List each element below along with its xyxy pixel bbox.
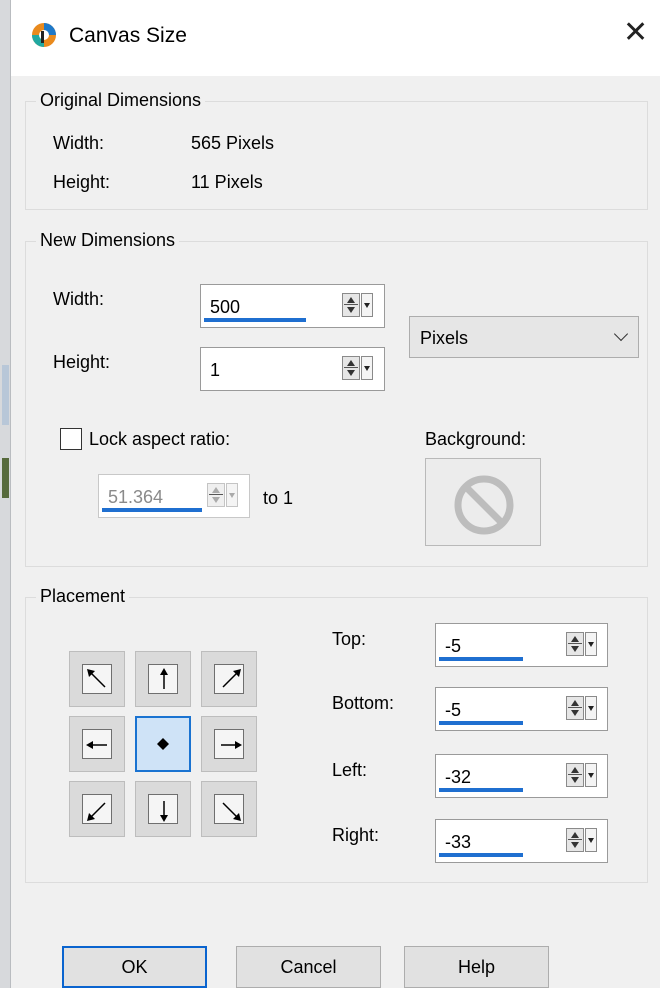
spin-updown-icon[interactable] bbox=[342, 293, 360, 317]
placement-bottom-right[interactable] bbox=[201, 781, 257, 837]
aspect-ratio-value: 51.364 bbox=[108, 487, 164, 507]
background-label: Background: bbox=[425, 429, 527, 449]
spin-updown-icon[interactable] bbox=[566, 696, 584, 720]
arrow-right-icon bbox=[221, 741, 242, 749]
paint-shop-pro-icon bbox=[32, 23, 56, 47]
top-label: Top: bbox=[332, 629, 367, 649]
canvas-size-dialog: Canvas Size ✕ Original Dimensions Width:… bbox=[11, 0, 660, 988]
new-height-value: 1 bbox=[210, 360, 221, 380]
placement-top-right[interactable] bbox=[201, 651, 257, 707]
dropdown-arrow-icon[interactable] bbox=[585, 696, 597, 720]
top-offset-field[interactable]: -5 bbox=[435, 623, 608, 667]
field-underline bbox=[204, 318, 306, 322]
new-width-label: Width: bbox=[53, 289, 105, 309]
placement-top-left[interactable] bbox=[69, 651, 125, 707]
dialog-title: Canvas Size bbox=[69, 24, 187, 47]
title-bar: Canvas Size ✕ bbox=[11, 0, 660, 76]
left-offset-value: -32 bbox=[445, 767, 472, 787]
left-label: Left: bbox=[332, 760, 368, 780]
placement-center[interactable] bbox=[135, 716, 191, 772]
bottom-offset-value: -5 bbox=[445, 700, 462, 720]
left-offset-field[interactable]: -32 bbox=[435, 754, 608, 798]
units-dropdown[interactable]: Pixels bbox=[409, 316, 639, 358]
original-height-label: Height: bbox=[53, 172, 111, 192]
lock-aspect-ratio-checkbox[interactable] bbox=[60, 428, 82, 450]
placement-bottom[interactable] bbox=[135, 781, 191, 837]
arrow-down-left-icon bbox=[87, 802, 106, 821]
arrow-down-icon bbox=[160, 801, 168, 822]
dropdown-arrow-icon[interactable] bbox=[361, 356, 373, 380]
field-underline bbox=[439, 788, 523, 792]
dropdown-arrow-icon[interactable] bbox=[226, 483, 238, 507]
arrow-down-right-icon bbox=[222, 802, 241, 821]
original-dimensions-group: Original Dimensions bbox=[25, 90, 648, 210]
placement-left[interactable] bbox=[69, 716, 125, 772]
dropdown-arrow-icon[interactable] bbox=[585, 632, 597, 656]
placement-bottom-left[interactable] bbox=[69, 781, 125, 837]
spin-updown-icon[interactable] bbox=[207, 483, 225, 507]
units-value: Pixels bbox=[420, 328, 469, 348]
field-underline bbox=[439, 853, 523, 857]
new-height-field[interactable]: 1 bbox=[200, 347, 385, 391]
original-width-value: 565 Pixels bbox=[191, 133, 275, 153]
cancel-button[interactable]: Cancel bbox=[236, 946, 381, 988]
group-legend: Original Dimensions bbox=[36, 90, 206, 111]
new-height-label: Height: bbox=[53, 352, 111, 372]
dropdown-arrow-icon[interactable] bbox=[585, 828, 597, 852]
original-width-label: Width: bbox=[53, 133, 105, 153]
right-offset-field[interactable]: -33 bbox=[435, 819, 608, 863]
chevron-down-icon bbox=[613, 326, 629, 342]
bottom-label: Bottom: bbox=[332, 693, 395, 713]
placement-grid bbox=[69, 651, 265, 841]
field-underline bbox=[439, 721, 523, 725]
spin-updown-icon[interactable] bbox=[566, 763, 584, 787]
spin-updown-icon[interactable] bbox=[566, 632, 584, 656]
original-height-value: 11 Pixels bbox=[191, 172, 263, 192]
close-icon[interactable]: ✕ bbox=[623, 18, 648, 48]
no-color-icon bbox=[454, 475, 514, 535]
top-offset-value: -5 bbox=[445, 636, 462, 656]
ratio-suffix: to 1 bbox=[263, 488, 294, 508]
background-window-edge bbox=[0, 0, 11, 988]
arrow-left-icon bbox=[86, 741, 107, 749]
placement-top[interactable] bbox=[135, 651, 191, 707]
arrow-up-left-icon bbox=[87, 669, 106, 688]
aspect-ratio-field[interactable]: 51.364 bbox=[98, 474, 250, 518]
background-window-mark bbox=[2, 458, 9, 498]
right-offset-value: -33 bbox=[445, 832, 472, 852]
dropdown-arrow-icon[interactable] bbox=[585, 763, 597, 787]
group-legend: New Dimensions bbox=[36, 230, 180, 251]
field-underline bbox=[102, 508, 202, 512]
spin-updown-icon[interactable] bbox=[566, 828, 584, 852]
arrow-up-icon bbox=[160, 668, 168, 689]
arrow-up-right-icon bbox=[222, 669, 241, 688]
help-button[interactable]: Help bbox=[404, 946, 549, 988]
bottom-offset-field[interactable]: -5 bbox=[435, 687, 608, 731]
field-underline bbox=[439, 657, 523, 661]
group-legend: Placement bbox=[36, 586, 130, 607]
lock-aspect-ratio-label[interactable]: Lock aspect ratio: bbox=[89, 429, 230, 450]
placement-right[interactable] bbox=[201, 716, 257, 772]
background-window-mark bbox=[2, 365, 9, 425]
diamond-icon bbox=[157, 738, 169, 750]
background-color-swatch[interactable] bbox=[425, 458, 541, 546]
ok-button[interactable]: OK bbox=[62, 946, 207, 988]
spin-updown-icon[interactable] bbox=[342, 356, 360, 380]
new-width-field[interactable]: 500 bbox=[200, 284, 385, 328]
new-width-value: 500 bbox=[210, 297, 241, 317]
dropdown-arrow-icon[interactable] bbox=[361, 293, 373, 317]
right-label: Right: bbox=[332, 825, 380, 845]
